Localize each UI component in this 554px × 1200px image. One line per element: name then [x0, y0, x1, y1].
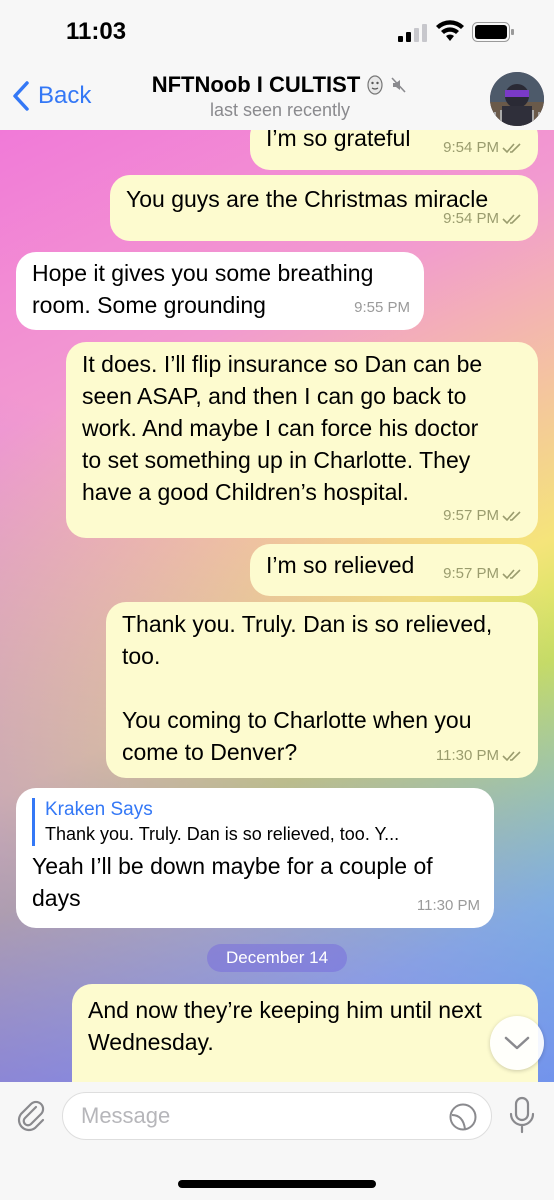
message-text-line: work. And maybe I can force his doctor — [82, 415, 479, 441]
read-check-icon — [502, 751, 521, 762]
chat-header: Back NFTNoob I CULTIST last seen recentl… — [0, 66, 554, 130]
reply-quote[interactable]: Kraken Says Thank you. Truly. Dan is so … — [32, 798, 478, 846]
date-separator: December 14 — [207, 944, 347, 972]
message-time: 9:57 PM — [443, 565, 499, 582]
home-indicator — [178, 1180, 376, 1188]
status-time: 11:03 — [66, 18, 127, 45]
reply-author: Kraken Says — [45, 799, 153, 820]
chat-title-area[interactable]: NFTNoob I CULTIST last seen recently — [130, 72, 430, 121]
message-meta: 9:57 PM — [443, 500, 524, 532]
message-meta: 9:55 PM — [354, 292, 410, 324]
scroll-down-button[interactable] — [490, 1016, 544, 1070]
message-text: I’m so grateful — [266, 130, 411, 151]
message-text-line — [122, 672, 522, 704]
muted-icon — [391, 77, 406, 93]
message-text-line: Thank you. Truly. Dan is so relieved, — [122, 611, 493, 637]
message-meta: 9:57 PM — [443, 558, 524, 590]
message-bubble[interactable]: I’m so relieved 9:57 PM — [250, 544, 538, 596]
message-bubble[interactable]: Hope it gives you some breathing room. S… — [16, 252, 424, 330]
chevron-left-icon — [13, 81, 29, 111]
message-input[interactable] — [62, 1092, 492, 1140]
message-time: 9:54 PM — [443, 139, 499, 156]
back-label: Back — [38, 82, 92, 109]
avatar[interactable] — [490, 72, 544, 126]
read-check-icon — [502, 569, 521, 580]
chat-title: NFTNoob I CULTIST — [151, 72, 361, 97]
message-time: 9:57 PM — [443, 507, 499, 524]
message-text-line: And now they’re keeping him until next — [88, 997, 482, 1023]
message-time: 9:55 PM — [354, 299, 410, 316]
message-text-line: It does. I’ll flip insurance so Dan can … — [82, 351, 483, 377]
chevron-down-icon — [504, 1036, 530, 1050]
message-text-line: room. Some grounding — [32, 292, 266, 318]
read-check-icon — [502, 511, 521, 522]
message-text-line: seen ASAP, and then I can go back to — [82, 383, 467, 409]
message-text-line: to set something up in Charlotte. They — [82, 447, 471, 473]
message-text-line: You coming to Charlotte when you — [122, 707, 472, 733]
microphone-icon[interactable] — [508, 1096, 536, 1134]
chat-subtitle: last seen recently — [209, 100, 351, 120]
composer-bar — [0, 1082, 554, 1200]
emoji-badge-icon — [367, 75, 383, 95]
message-text-line: too. — [122, 643, 161, 669]
wifi-icon — [436, 20, 464, 41]
message-bubble[interactable]: It does. I’ll flip insurance so Dan can … — [66, 342, 538, 538]
reply-text: Thank you. Truly. Dan is so relieved, to… — [45, 824, 400, 844]
message-text-line: Yeah I’ll be down maybe for a couple of — [32, 853, 433, 879]
signal-icon — [398, 24, 427, 42]
back-button[interactable]: Back — [10, 78, 91, 114]
message-bubble[interactable]: I’m so grateful 9:54 PM — [250, 130, 538, 170]
message-text: You guys are the Christmas miracle — [126, 186, 489, 212]
message-text-line: days — [32, 885, 81, 911]
message-bubble[interactable]: Kraken Says Thank you. Truly. Dan is so … — [16, 788, 494, 928]
message-bubble[interactable]: And now they’re keeping him until next W… — [72, 984, 538, 1082]
message-time: 11:30 PM — [416, 897, 480, 914]
message-meta: 11:30 PM — [436, 740, 524, 772]
message-bubble[interactable]: Thank you. Truly. Dan is so relieved, to… — [106, 602, 538, 778]
message-meta: 9:54 PM — [443, 132, 524, 164]
message-text-line: Hope it gives you some breathing — [32, 260, 374, 286]
status-bar: 11:03 — [0, 0, 554, 66]
message-meta: 11:30 PM — [417, 890, 480, 922]
message-time: 11:30 PM — [435, 747, 499, 764]
chat-area[interactable]: I’m so grateful 9:54 PM You guys are the… — [0, 130, 554, 1082]
message-meta: 9:54 PM — [443, 203, 524, 235]
message-bubble[interactable]: You guys are the Christmas miracle 9:54 … — [110, 175, 538, 241]
paperclip-icon[interactable] — [14, 1098, 48, 1132]
sticker-icon[interactable] — [448, 1102, 478, 1132]
battery-icon — [472, 22, 514, 42]
message-time: 9:54 PM — [443, 210, 499, 227]
message-text-line: Wednesday. — [88, 1029, 214, 1055]
read-check-icon — [502, 143, 521, 154]
read-check-icon — [502, 214, 521, 225]
message-text: I’m so relieved — [266, 552, 415, 578]
